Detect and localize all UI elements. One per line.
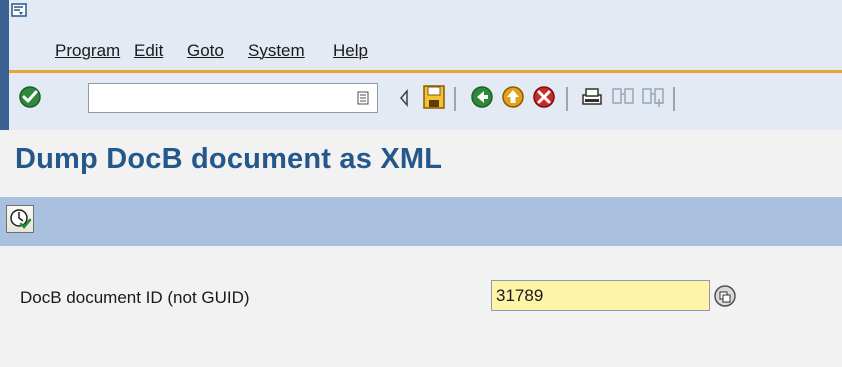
doc-id-label: DocB document ID (not GUID) bbox=[20, 288, 250, 307]
toolbar-separator bbox=[566, 87, 568, 111]
execute-button[interactable] bbox=[6, 205, 34, 233]
sap-header: Program Edit Goto System Help bbox=[0, 0, 842, 130]
application-toolbar bbox=[0, 197, 842, 246]
window-left-rail bbox=[0, 0, 9, 130]
doc-id-input[interactable] bbox=[491, 280, 710, 311]
cancel-icon[interactable] bbox=[532, 85, 556, 109]
print-icon[interactable] bbox=[580, 85, 604, 109]
save-icon[interactable] bbox=[422, 84, 446, 110]
menu-bar: Program Edit Goto System Help bbox=[9, 33, 842, 67]
exit-icon[interactable] bbox=[501, 85, 525, 109]
find-icon[interactable] bbox=[611, 85, 635, 109]
menu-program[interactable]: Program bbox=[55, 41, 120, 61]
system-menu-icon[interactable] bbox=[11, 3, 27, 17]
toolbar-separator bbox=[454, 87, 456, 111]
page-title: Dump DocB document as XML bbox=[15, 143, 443, 175]
find-next-icon[interactable] bbox=[641, 85, 665, 109]
enter-check-icon[interactable] bbox=[18, 85, 42, 109]
collapse-toolbar-icon[interactable] bbox=[399, 89, 409, 107]
menu-help[interactable]: Help bbox=[333, 41, 368, 61]
command-field[interactable] bbox=[88, 83, 378, 113]
menu-edit[interactable]: Edit bbox=[134, 41, 163, 61]
back-icon[interactable] bbox=[470, 85, 494, 109]
toolbar-separator bbox=[673, 87, 675, 111]
value-help-icon[interactable] bbox=[713, 284, 737, 308]
menu-goto[interactable]: Goto bbox=[187, 41, 224, 61]
command-history-icon[interactable] bbox=[357, 91, 369, 105]
command-input[interactable] bbox=[89, 84, 361, 112]
execute-icon bbox=[10, 209, 32, 229]
standard-toolbar bbox=[9, 73, 842, 125]
menu-system[interactable]: System bbox=[248, 41, 305, 61]
